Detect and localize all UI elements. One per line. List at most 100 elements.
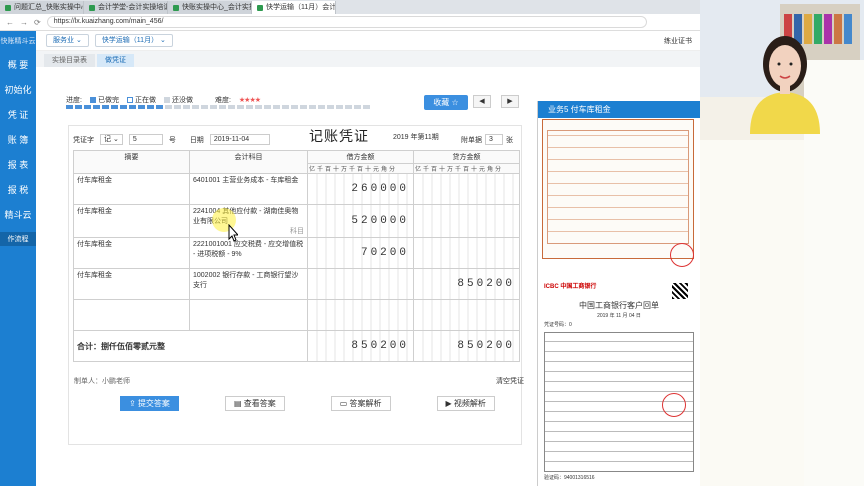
progress-legend: 进度: 已做完 正在做 还没做 难度: ★★★★ (66, 97, 261, 104)
debit-cell[interactable]: 260000 (307, 173, 414, 205)
progress-segment[interactable] (183, 105, 190, 109)
summary-cell[interactable]: 付车库租金 (73, 173, 190, 205)
voucher-title: 记账凭证 (309, 130, 369, 145)
debit-cell[interactable]: 70200 (307, 237, 414, 269)
favicon-icon (5, 4, 11, 11)
prev-icon[interactable]: ◀ (473, 95, 491, 108)
progress-segment[interactable] (84, 105, 91, 109)
summary-cell[interactable] (73, 299, 190, 331)
summary-cell[interactable]: 付车库租金 (73, 204, 190, 238)
progress-segment[interactable] (354, 105, 361, 109)
progress-segment[interactable] (111, 105, 118, 109)
sidebar-item-report[interactable]: 报 表 (0, 153, 36, 178)
industry-dropdown[interactable]: 服务业 ⌄ (46, 34, 89, 47)
progress-segment[interactable] (273, 105, 280, 109)
submit-answer-button[interactable]: ⇪ 提交答案 (120, 396, 179, 411)
subject-cell[interactable]: 6401001 主营业务成本 - 车库租金 (189, 173, 308, 205)
sidebar-item-tax[interactable]: 报 税 (0, 178, 36, 203)
sidebar-item-voucher[interactable]: 凭 证 (0, 103, 36, 128)
col-debit: 借方金额 (307, 150, 414, 164)
progress-segment[interactable] (327, 105, 334, 109)
sidebar-item-ledger[interactable]: 账 簿 (0, 128, 36, 153)
progress-segment[interactable] (237, 105, 244, 109)
progress-segment[interactable] (138, 105, 145, 109)
progress-segment[interactable] (264, 105, 271, 109)
progress-segment[interactable] (147, 105, 154, 109)
attachment-count-input[interactable]: 3 (485, 134, 503, 145)
certificate-link[interactable]: 练业证书 (664, 36, 700, 46)
reload-icon[interactable]: ⟳ (34, 18, 41, 27)
url-input[interactable]: https://lx.kuaizhang.com/main_456/ (46, 16, 647, 28)
page-tabs: 实操目录表 做凭证 (36, 51, 700, 67)
progress-segment[interactable] (336, 105, 343, 109)
brand-logo: 快账精斗云 (0, 38, 36, 45)
table-row: 付车库租金 2241004 其他应付款 - 湖南佳奥物业有限公司 科目 52000… (73, 204, 520, 238)
credit-cell[interactable] (413, 204, 520, 238)
voucher-word-select[interactable]: 记 ⌄ (100, 134, 123, 145)
progress-segment[interactable] (120, 105, 127, 109)
progress-segment[interactable] (66, 105, 73, 109)
debit-cell[interactable] (307, 299, 414, 331)
total-debit: 850200 (307, 330, 414, 362)
tab-make-voucher[interactable]: 做凭证 (97, 54, 134, 67)
progress-segment[interactable] (201, 105, 208, 109)
progress-segment[interactable] (345, 105, 352, 109)
progress-segment[interactable] (93, 105, 100, 109)
qr-code-icon (672, 283, 688, 299)
view-answer-button[interactable]: ▤ 查看答案 (224, 396, 285, 411)
browser-tab[interactable]: 会计学堂-会计实操培训...× (84, 1, 168, 14)
subject-cell[interactable]: 1002002 银行存款 - 工商银行望沙支行 (189, 268, 308, 300)
video-analysis-button[interactable]: ▶ 视频解析 (436, 396, 495, 411)
credit-cell[interactable]: 850200 (413, 268, 520, 300)
progress-segment[interactable] (255, 105, 262, 109)
forward-icon[interactable]: → (20, 18, 28, 27)
progress-segment[interactable] (309, 105, 316, 109)
debit-cell[interactable]: 520000 (307, 204, 414, 238)
answer-analysis-button[interactable]: ▭ 答案解析 (330, 396, 391, 411)
next-icon[interactable]: ▶ (501, 95, 519, 108)
progress-segment[interactable] (318, 105, 325, 109)
subject-cell[interactable]: 2221001001 应交税费 - 应交增值税 - 进项税额 - 9% (189, 237, 308, 269)
subject-cell[interactable] (189, 299, 308, 331)
sidebar-item-jingdouyun[interactable]: 精斗云 (0, 203, 36, 228)
browser-tab-active[interactable]: 快学运输（11月）会计实...× (252, 1, 336, 14)
tab-catalog[interactable]: 实操目录表 (44, 54, 95, 67)
progress-segment[interactable] (192, 105, 199, 109)
progress-segment[interactable] (75, 105, 82, 109)
progress-segment[interactable] (228, 105, 235, 109)
sidebar-item-init[interactable]: 初始化 (0, 78, 36, 103)
progress-segment[interactable] (291, 105, 298, 109)
table-row: 付车库租金 2221001001 应交税费 - 应交增值税 - 进项税额 - 9… (73, 237, 520, 269)
progress-segment[interactable] (174, 105, 181, 109)
back-icon[interactable]: ← (6, 18, 14, 27)
todo-swatch (163, 97, 170, 103)
browser-tab[interactable]: 问题汇总_快账实操中心...× (0, 1, 84, 14)
progress-segment[interactable] (363, 105, 370, 109)
progress-segment[interactable] (300, 105, 307, 109)
clear-voucher-link[interactable]: 清空凭证 (496, 376, 524, 386)
credit-cell[interactable] (413, 173, 520, 205)
summary-cell[interactable]: 付车库租金 (73, 237, 190, 269)
subject-cell[interactable]: 2241004 其他应付款 - 湖南佳奥物业有限公司 科目 (189, 204, 308, 238)
progress-segment[interactable] (246, 105, 253, 109)
progress-segment[interactable] (102, 105, 109, 109)
voucher-number-input[interactable]: 5 (128, 134, 163, 145)
sidebar-item-overview[interactable]: 概 要 (0, 53, 36, 78)
progress-segment[interactable] (282, 105, 289, 109)
debit-cell[interactable] (307, 268, 414, 300)
sidebar-flow[interactable]: 作流程 (0, 232, 36, 246)
voucher-date-input[interactable]: 2019-11-04 (209, 134, 270, 145)
progress-segment[interactable] (156, 105, 163, 109)
progress-segment[interactable] (165, 105, 172, 109)
company-dropdown[interactable]: 快学运输（11月） ⌄ (94, 34, 173, 47)
progress-segment[interactable] (129, 105, 136, 109)
credit-cell[interactable] (413, 299, 520, 331)
collect-button[interactable]: 收藏 ☆ (424, 95, 468, 110)
browser-tab[interactable]: 快账实操中心_会计实操...× (168, 1, 252, 14)
total-row: 合计：捌仟伍佰零贰元整 850200 850200 (73, 330, 520, 362)
summary-cell[interactable]: 付车库租金 (73, 268, 190, 300)
credit-cell[interactable] (413, 237, 520, 269)
done-swatch (89, 97, 96, 103)
progress-segment[interactable] (210, 105, 217, 109)
progress-segment[interactable] (219, 105, 226, 109)
